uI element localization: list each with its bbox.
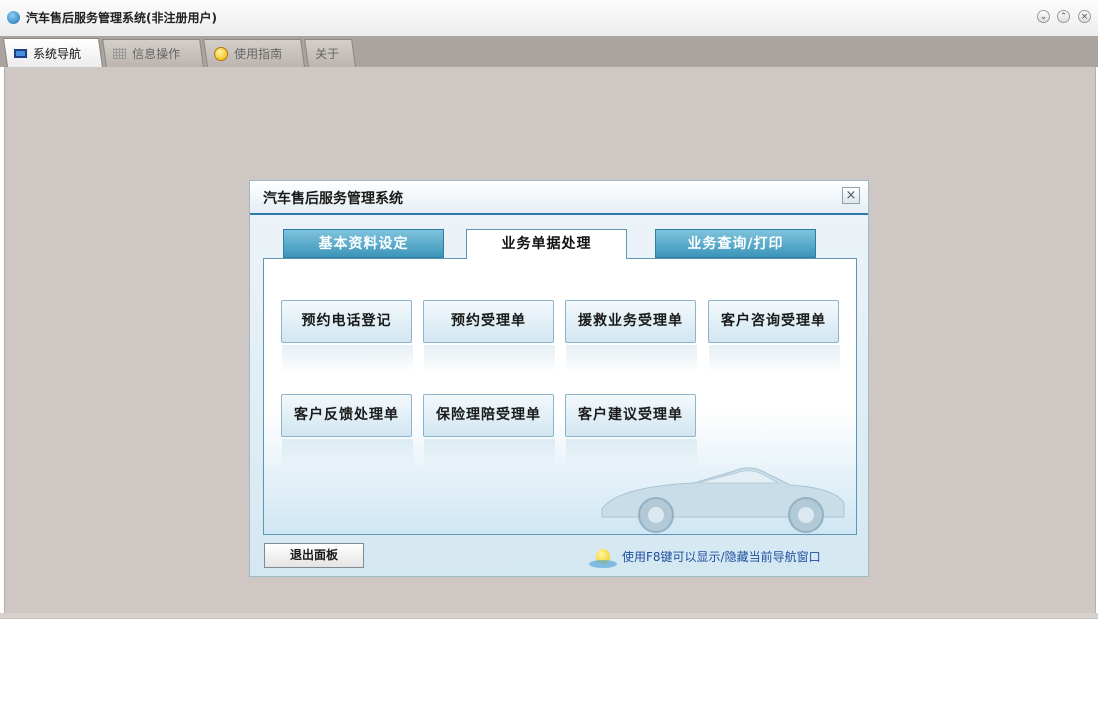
navigation-dialog: 汽车售后服务管理系统 × 基本资料设定 业务单据处理 业务查询/打印 预约电话登… <box>250 181 868 576</box>
tab-info-operation[interactable]: 信息操作 <box>102 39 204 67</box>
tab-business-documents[interactable]: 业务单据处理 <box>466 229 627 259</box>
tab-user-guide[interactable]: 使用指南 <box>203 39 305 67</box>
grid-icon <box>113 48 127 59</box>
tab-label: 信息操作 <box>132 47 181 61</box>
help-icon <box>214 46 229 61</box>
exit-panel-button[interactable]: 退出面板 <box>264 543 364 568</box>
insurance-claim-button[interactable]: 保险理陪受理单 <box>423 394 555 467</box>
dialog-header: 汽车售后服务管理系统 × <box>250 181 868 215</box>
appointment-call-register-button[interactable]: 预约电话登记 <box>281 300 413 373</box>
tab-business-query-print[interactable]: 业务查询/打印 <box>655 229 816 258</box>
tab-basic-settings[interactable]: 基本资料设定 <box>283 229 444 258</box>
tab-label: 系统导航 <box>33 46 82 61</box>
function-panel: 预约电话登记 预约受理单 援救业务受理单 客户咨询受理单 客户反馈处理单 保险理… <box>263 258 857 535</box>
hint-text: 使用F8键可以显示/隐藏当前导航窗口 <box>622 549 821 564</box>
window-title: 汽车售后服务管理系统(非注册用户) <box>26 11 217 25</box>
dialog-close-button[interactable]: × <box>842 187 860 204</box>
minimize-button[interactable]: ⌄ <box>1037 10 1050 23</box>
appointment-acceptance-button[interactable]: 预约受理单 <box>423 300 555 373</box>
customer-feedback-button[interactable]: 客户反馈处理单 <box>281 394 413 467</box>
f8-hint: 使用F8键可以显示/隐藏当前导航窗口 <box>589 544 821 568</box>
monitor-icon <box>14 48 28 58</box>
tab-label: 使用指南 <box>234 47 283 61</box>
restore-button[interactable]: ⌃ <box>1057 10 1070 23</box>
customer-inquiry-button[interactable]: 客户咨询受理单 <box>708 300 840 373</box>
customer-suggestion-button[interactable]: 客户建议受理单 <box>565 394 697 467</box>
rescue-acceptance-button[interactable]: 援救业务受理单 <box>565 300 697 373</box>
close-window-button[interactable]: × <box>1078 10 1091 23</box>
tab-label: 关于 <box>315 47 340 61</box>
title-bar: 汽车售后服务管理系统(非注册用户) ⌄ ⌃ × <box>0 0 1098 37</box>
tab-system-navigation[interactable]: 系统导航 <box>2 38 103 67</box>
app-logo-icon <box>7 11 20 24</box>
bottom-border <box>0 613 1098 619</box>
tab-about[interactable]: 关于 <box>304 39 356 67</box>
lightbulb-icon <box>589 548 617 568</box>
dialog-title: 汽车售后服务管理系统 <box>263 191 403 207</box>
app-window: 汽车售后服务管理系统(非注册用户) ⌄ ⌃ × 系统导航 信息操作 使用指南 关… <box>0 0 1098 619</box>
main-tab-strip: 系统导航 信息操作 使用指南 关于 <box>0 36 1098 67</box>
sports-car-watermark <box>601 467 845 533</box>
